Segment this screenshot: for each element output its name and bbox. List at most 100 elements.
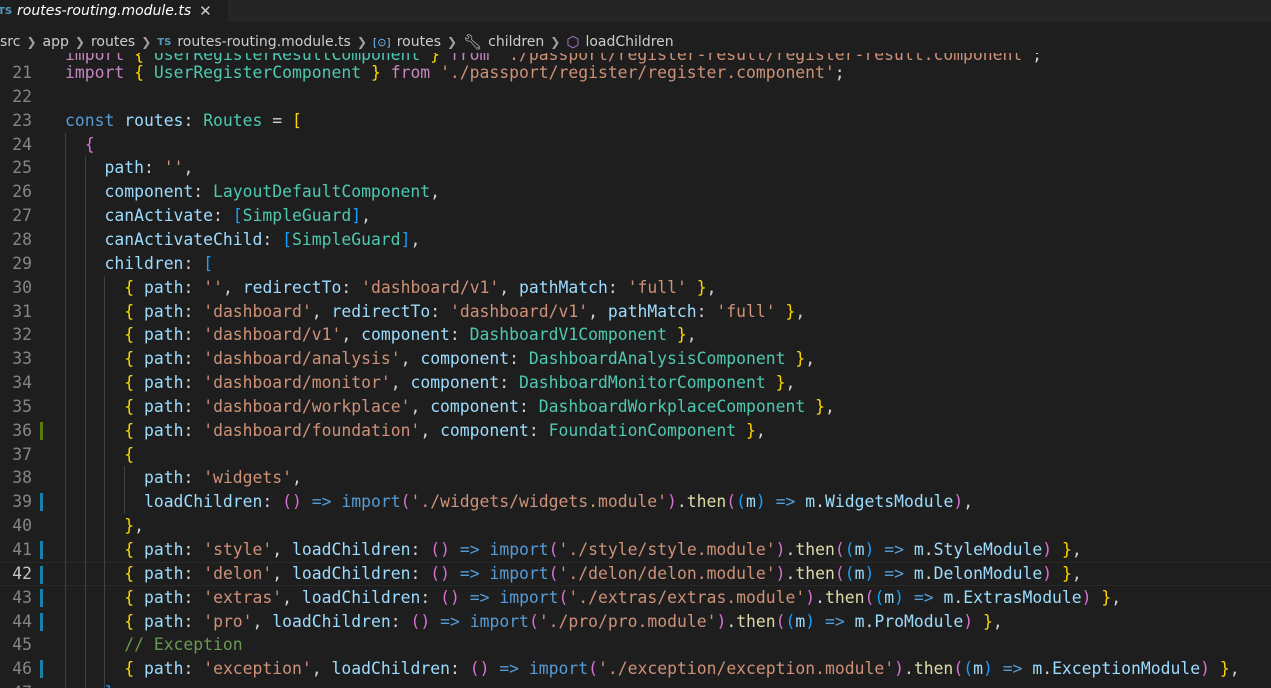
gutter-change-marker[interactable] — [40, 541, 43, 559]
chevron-right-icon: ❯ — [356, 35, 367, 49]
code-line[interactable]: 37 { — [0, 443, 1271, 467]
code-line[interactable]: 25 path: '', — [0, 156, 1271, 180]
line-number: 47 — [0, 681, 32, 688]
line-number: 38 — [12, 468, 32, 488]
code-line[interactable]: 31 { path: 'dashboard', redirectTo: 'das… — [0, 300, 1271, 324]
code-line[interactable]: 33 { path: 'dashboard/analysis', compone… — [0, 347, 1271, 371]
code-line[interactable]: 21 import { UserRegisterComponent } from … — [0, 61, 1271, 85]
code-line[interactable]: 42 { path: 'delon', loadChildren: () => … — [0, 561, 1271, 586]
line-number: 31 — [12, 301, 32, 321]
code-text: path: 'widgets', — [143, 468, 302, 488]
gutter-change-marker[interactable] — [40, 493, 43, 512]
tab-label: routes-routing.module.ts — [17, 3, 192, 19]
variable-icon: [⊙] — [372, 35, 391, 49]
code-text: canActivateChild: [SimpleGuard], — [104, 229, 421, 249]
line-number: 28 — [12, 229, 32, 249]
tab-routes-routing-module[interactable]: TS routes-routing.module.ts ✕ — [0, 0, 228, 22]
line-number: 27 — [12, 206, 32, 226]
code-line[interactable]: 29 children: [ — [0, 252, 1271, 276]
code-text: { path: 'delon', loadChildren: () => imp… — [124, 563, 1082, 583]
line-number: 35 — [12, 396, 32, 416]
breadcrumb-item-routes-folder[interactable]: routes — [91, 34, 135, 50]
code-text: // Exception — [124, 635, 243, 655]
gutter-change-marker[interactable] — [40, 588, 43, 607]
code-text: { path: 'exception', loadChildren: () =>… — [124, 659, 1240, 679]
chevron-right-icon: ❯ — [26, 35, 37, 49]
code-line[interactable]: 27 canActivate: [SimpleGuard], — [0, 204, 1271, 228]
typescript-file-icon: TS — [157, 36, 172, 48]
line-number: 30 — [12, 277, 32, 297]
code-line[interactable]: 47 }, — [0, 681, 1271, 688]
code-text: { path: 'extras', loadChildren: () => im… — [124, 587, 1122, 607]
breadcrumb-item-children[interactable]: 🔧︎ children — [463, 33, 544, 51]
line-number: 22 — [12, 86, 32, 106]
line-number: 29 — [12, 253, 32, 273]
code-text: { — [124, 444, 135, 464]
code-line[interactable]: 39 loadChildren: () => import('./widgets… — [0, 490, 1271, 514]
code-text: loadChildren: () => import('./widgets/wi… — [143, 492, 974, 512]
breadcrumb-item-loadchildren[interactable]: ⬡ loadChildren — [566, 33, 673, 51]
code-text: { path: 'dashboard/workplace', component… — [124, 396, 835, 416]
editor-tab-bar: TS routes-routing.module.ts ✕ — [0, 0, 1271, 22]
code-text: { path: 'style', loadChildren: () => imp… — [124, 540, 1082, 559]
wrench-icon: 🔧︎ — [463, 33, 483, 51]
code-line[interactable]: 30 { path: '', redirectTo: 'dashboard/v1… — [0, 276, 1271, 300]
code-line[interactable]: 24 { — [0, 133, 1271, 157]
breadcrumb-item-app[interactable]: app — [43, 34, 69, 50]
code-line[interactable]: 41 { path: 'style', loadChildren: () => … — [0, 538, 1271, 562]
code-line[interactable]: 23 const routes: Routes = [ — [0, 109, 1271, 133]
code-text: const routes: Routes = [ — [65, 110, 302, 130]
code-editor[interactable]: import { UserRegisterResultComponent } f… — [0, 53, 1271, 688]
code-text: }, — [65, 681, 124, 688]
cube-icon: ⬡ — [566, 33, 580, 51]
code-line[interactable]: 40 }, — [0, 514, 1271, 538]
code-line[interactable]: 45 // Exception — [0, 633, 1271, 657]
gutter-change-marker[interactable] — [40, 421, 43, 440]
line-number: 36 — [12, 420, 32, 440]
code-text: { path: 'dashboard/monitor', component: … — [124, 373, 796, 393]
line-number: 23 — [12, 110, 32, 130]
chevron-right-icon: ❯ — [141, 35, 152, 49]
code-line[interactable]: 36 { path: 'dashboard/foundation', compo… — [0, 419, 1271, 443]
gutter-change-marker[interactable] — [40, 612, 43, 631]
close-icon[interactable]: ✕ — [199, 2, 212, 20]
chevron-right-icon: ❯ — [447, 35, 458, 49]
code-text: { path: 'dashboard/v1', component: Dashb… — [124, 325, 697, 345]
chevron-right-icon: ❯ — [550, 35, 561, 49]
gutter-change-marker[interactable] — [40, 660, 43, 679]
line-number: 45 — [12, 635, 32, 655]
breadcrumb-item-routes-variable[interactable]: [⊙] routes — [373, 34, 441, 50]
gutter-change-marker[interactable] — [40, 565, 43, 584]
code-text: { path: 'dashboard', redirectTo: 'dashbo… — [124, 301, 806, 321]
line-number: 40 — [12, 516, 32, 536]
line-number: 26 — [12, 182, 32, 202]
code-line[interactable]: 28 canActivateChild: [SimpleGuard], — [0, 228, 1271, 252]
code-line[interactable]: 35 { path: 'dashboard/workplace', compon… — [0, 395, 1271, 419]
indent-guide — [65, 132, 66, 688]
code-line[interactable]: 22 — [0, 85, 1271, 109]
code-text: { path: '', redirectTo: 'dashboard/v1', … — [124, 277, 717, 297]
line-number: 34 — [12, 373, 32, 393]
code-line[interactable]: 46 { path: 'exception', loadChildren: ()… — [0, 657, 1271, 681]
code-text: children: [ — [104, 253, 214, 273]
code-line[interactable]: 26 component: LayoutDefaultComponent, — [0, 180, 1271, 204]
typescript-file-icon: TS — [0, 5, 13, 17]
code-text: component: LayoutDefaultComponent, — [104, 182, 441, 202]
breadcrumb-item-src[interactable]: src — [0, 34, 20, 50]
chevron-right-icon: ❯ — [74, 35, 85, 49]
indent-guide — [124, 466, 125, 515]
code-line[interactable]: 32 { path: 'dashboard/v1', component: Da… — [0, 323, 1271, 347]
breadcrumb-item-file[interactable]: TS routes-routing.module.ts — [157, 34, 351, 50]
code-text: canActivate: [SimpleGuard], — [104, 206, 371, 226]
code-line[interactable]: 38 path: 'widgets', — [0, 466, 1271, 490]
line-number: 21 — [12, 63, 32, 82]
code-line[interactable]: 43 { path: 'extras', loadChildren: () =>… — [0, 586, 1271, 610]
code-line[interactable]: 44 { path: 'pro', loadChildren: () => im… — [0, 610, 1271, 634]
code-text: { path: 'dashboard/foundation', componen… — [124, 420, 766, 440]
code-text: import { UserRegisterComponent } from '.… — [65, 63, 845, 82]
line-number: 43 — [12, 587, 32, 607]
line-number: 24 — [12, 134, 32, 154]
line-number: 32 — [12, 325, 32, 345]
line-number: 46 — [12, 659, 32, 679]
code-line[interactable]: 34 { path: 'dashboard/monitor', componen… — [0, 371, 1271, 395]
